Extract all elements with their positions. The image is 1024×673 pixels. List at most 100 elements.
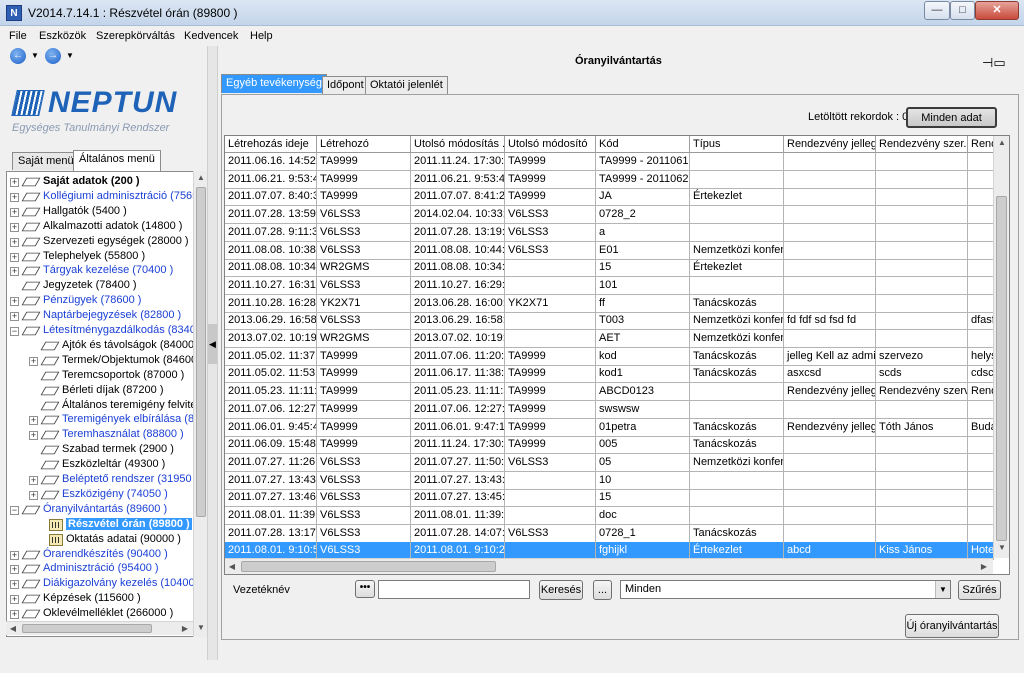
scroll-up-icon[interactable]: ▲ (194, 171, 208, 185)
table-row[interactable]: 2011.06.09. 15:48:0 TA9999 2011.11.24. 17:… (225, 436, 995, 455)
tree-item[interactable]: Ajtók és távolságok (84000 ) (7, 339, 201, 354)
table-row[interactable]: 2011.08.08. 10:34:5 WR2GMS 2011.08.08. 10:… (225, 259, 995, 278)
menu-favorites[interactable]: Kedvencek (184, 30, 238, 42)
menu-tools[interactable]: Eszközök (39, 30, 86, 42)
tree-vertical-scrollbar[interactable]: ▲ ▼ (193, 171, 207, 637)
chevron-down-icon[interactable]: ▼ (935, 581, 950, 598)
table-row[interactable]: 2011.07.28. 13:59:1 V6LSS3 2014.02.04. 10:… (225, 206, 995, 225)
filter-select[interactable]: Minden ▼ (620, 580, 951, 599)
table-row[interactable]: 2011.06.16. 14:52:1 TA9999 2011.11.24. 17:… (225, 153, 995, 171)
table-row[interactable]: 2011.07.06. 12:27:1 TA9999 2011.07.06. 12:… (225, 400, 995, 419)
grid-scroll-right-icon[interactable]: ▶ (977, 560, 991, 574)
expand-icon[interactable]: + (10, 252, 19, 262)
tree-horizontal-scrollbar[interactable]: ◀ ▶ (6, 621, 193, 635)
menu-file[interactable]: File (9, 30, 27, 42)
tree-item[interactable]: − Óranyilvántartás (89600 ) (7, 503, 201, 518)
expand-icon[interactable]: + (10, 237, 19, 247)
tree-item[interactable]: + Eszközigény (74050 ) (7, 488, 201, 503)
tree-item[interactable]: + Órarendkészítés (90400 ) (7, 548, 201, 563)
table-row[interactable]: 2011.10.27. 16:31:1 V6LSS3 2011.10.27. 16:… (225, 276, 995, 295)
table-row[interactable]: 2011.07.28. 13:17:0 V6LSS3 2011.07.28. 14:… (225, 524, 995, 543)
expand-icon[interactable]: + (10, 595, 19, 605)
scroll-left-icon[interactable]: ◀ (6, 622, 20, 636)
tree-item[interactable]: Részvétel órán (89800 ) (7, 517, 201, 533)
column-header[interactable]: Létrehozó (317, 136, 411, 153)
column-header[interactable]: Utolsó módosító (505, 136, 596, 153)
back-dropdown-icon[interactable]: ▼ (31, 51, 39, 60)
field-picker-button[interactable]: ••• (355, 580, 375, 598)
tree-item[interactable]: + Naptárbejegyzések (82800 ) (7, 309, 201, 324)
pin-icon[interactable]: ⊣▭ (982, 55, 1006, 71)
tree-item[interactable]: Teremcsoportok (87000 ) (7, 369, 201, 384)
tree-hscroll-thumb[interactable] (22, 624, 152, 633)
tab-time[interactable]: Időpont (322, 76, 369, 95)
grid-vertical-scrollbar[interactable]: ▲ ▼ (993, 136, 1009, 558)
forward-dropdown-icon[interactable]: ▼ (66, 51, 74, 60)
table-row[interactable]: 2013.07.02. 10:19:2 WR2GMS 2013.07.02. 10:… (225, 330, 995, 348)
maximize-button[interactable]: □ (950, 1, 975, 20)
collapse-icon[interactable]: − (10, 505, 19, 515)
tree-item[interactable]: + Kollégiumi adminisztráció (75650 (7, 190, 201, 205)
table-row[interactable]: 2011.05.02. 11:53:1 TA9999 2011.06.17. 11:… (225, 365, 995, 384)
tree-item[interactable]: + Oklevélmelléklet (266000 ) (7, 607, 201, 622)
ellipsis-button[interactable]: ... (593, 580, 612, 600)
column-header[interactable]: Rendezvény jellege (784, 136, 876, 153)
expand-icon[interactable]: + (10, 207, 19, 217)
tree-item[interactable]: + Tárgyak kezelése (70400 ) (7, 264, 201, 279)
panel-splitter[interactable]: ◀ (207, 46, 218, 666)
scroll-right-icon[interactable]: ▶ (178, 622, 192, 636)
grid-hscroll-thumb[interactable] (241, 561, 496, 572)
scroll-down-icon[interactable]: ▼ (194, 621, 208, 635)
tab-general-menu[interactable]: Általános menü (73, 150, 161, 171)
back-arrow-icon[interactable]: ← (10, 48, 26, 64)
menu-help[interactable]: Help (250, 30, 273, 42)
search-button[interactable]: Keresés (539, 580, 583, 600)
expand-icon[interactable]: + (29, 490, 38, 500)
expand-icon[interactable]: + (10, 178, 19, 187)
table-row[interactable]: 2011.10.28. 16:28:4 YK2X71 2013.06.28. 16:… (225, 294, 995, 313)
tree-item[interactable]: + Telephelyek (55800 ) (7, 250, 201, 265)
tab-own-menu[interactable]: Saját menü (12, 152, 80, 170)
tree-item[interactable]: + Adminisztráció (95400 ) (7, 562, 201, 577)
grid-scroll-left-icon[interactable]: ◀ (225, 560, 239, 574)
grid-scroll-thumb[interactable] (996, 196, 1007, 541)
tree-item[interactable]: Oktatás adatai (90000 ) (7, 533, 201, 548)
column-header[interactable]: Utolsó módosítás ... (411, 136, 505, 153)
expand-icon[interactable]: + (10, 222, 19, 232)
expand-icon[interactable]: + (10, 192, 19, 202)
tree-item[interactable]: Általános teremigény felvitele (7, 399, 201, 414)
expand-icon[interactable]: + (10, 565, 19, 575)
filter-button[interactable]: Szűrés (958, 580, 1001, 600)
table-row[interactable]: 2011.07.28. 9:11:37 V6LSS3 2011.07.28. 13:… (225, 223, 995, 242)
expand-icon[interactable]: + (10, 610, 19, 620)
tab-other-activity[interactable]: Egyéb tevékenység (221, 74, 328, 93)
table-row[interactable]: 2011.05.02. 11:37:2 TA9999 2011.07.06. 11:… (225, 347, 995, 366)
table-row[interactable]: 2013.06.29. 16:58:3 V6LSS3 2013.06.29. 16:… (225, 312, 995, 331)
filter-input[interactable] (378, 580, 530, 599)
menu-role-switch[interactable]: Szerepkörváltás (96, 30, 175, 42)
expand-icon[interactable]: + (10, 267, 19, 277)
expand-icon[interactable]: + (10, 580, 19, 590)
tree-item[interactable]: + Beléptető rendszer (31950 ) (7, 473, 201, 488)
grid-horizontal-scrollbar[interactable]: ◀ ▶ (225, 558, 993, 574)
close-button[interactable]: ✕ (975, 1, 1019, 20)
tree-item[interactable]: + Szervezeti egységek (28000 ) (7, 235, 201, 250)
collapse-icon[interactable]: − (10, 327, 19, 336)
table-row[interactable]: 2011.08.01. 11:39:5 V6LSS3 2011.08.01. 11:… (225, 507, 995, 525)
tree-item[interactable]: + Hallgatók (5400 ) (7, 205, 201, 220)
expand-icon[interactable]: + (29, 416, 38, 426)
tree-item[interactable]: − Létesítménygazdálkodás (83400 (7, 324, 201, 339)
tree-item[interactable]: + Teremigények elbírálása (876 (7, 413, 201, 428)
collapse-left-icon[interactable]: ◀ (208, 324, 217, 364)
table-row[interactable]: 2011.08.08. 10:38:5 V6LSS3 2011.08.08. 10:… (225, 241, 995, 260)
tree-item[interactable]: + Saját adatok (200 ) (7, 175, 201, 190)
table-row[interactable]: 2011.06.21. 9:53:40 TA9999 2011.06.21. 9:5… (225, 170, 995, 189)
table-row[interactable]: 2011.07.07. 8:40:31 TA9999 2011.07.07. 8:4… (225, 188, 995, 207)
tree-scroll-thumb[interactable] (196, 187, 206, 517)
column-header[interactable]: Kód (596, 136, 690, 153)
tree-item[interactable]: + Pénzügyek (78600 ) (7, 294, 201, 309)
all-data-button[interactable]: Minden adat (906, 107, 997, 128)
forward-arrow-icon[interactable]: → (45, 48, 61, 64)
table-row[interactable]: 2011.07.27. 11:26:0 V6LSS3 2011.07.27. 11:… (225, 453, 995, 472)
expand-icon[interactable]: + (29, 431, 38, 441)
